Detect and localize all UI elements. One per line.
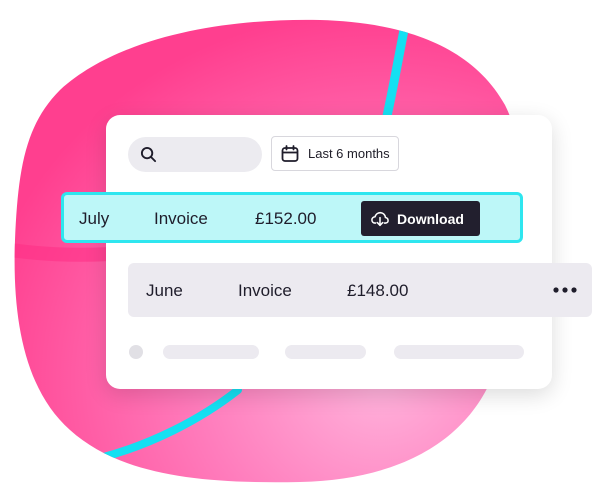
- skeleton-placeholder-dot: [129, 345, 143, 359]
- download-cloud-icon: [371, 211, 389, 226]
- calendar-icon: [281, 144, 299, 162]
- skeleton-placeholder-bar: [285, 345, 366, 359]
- skeleton-placeholder-bar: [394, 345, 524, 359]
- invoice-type: Invoice: [238, 281, 292, 300]
- date-range-label: Last 6 months: [308, 146, 390, 161]
- date-range-filter-button[interactable]: Last 6 months: [271, 136, 399, 171]
- invoice-type: Invoice: [154, 209, 208, 228]
- download-label: Download: [397, 210, 464, 227]
- invoice-amount: £148.00: [347, 281, 409, 300]
- invoice-month: July: [79, 209, 110, 228]
- more-horizontal-icon[interactable]: [550, 282, 580, 298]
- search-input[interactable]: [128, 137, 262, 172]
- search-icon: [140, 146, 157, 163]
- pink-highlight-band: [14, 243, 111, 262]
- download-button[interactable]: Download: [361, 201, 480, 236]
- invoice-month: June: [146, 281, 183, 300]
- skeleton-placeholder-bar: [163, 345, 259, 359]
- invoice-amount: £152.00: [255, 209, 317, 228]
